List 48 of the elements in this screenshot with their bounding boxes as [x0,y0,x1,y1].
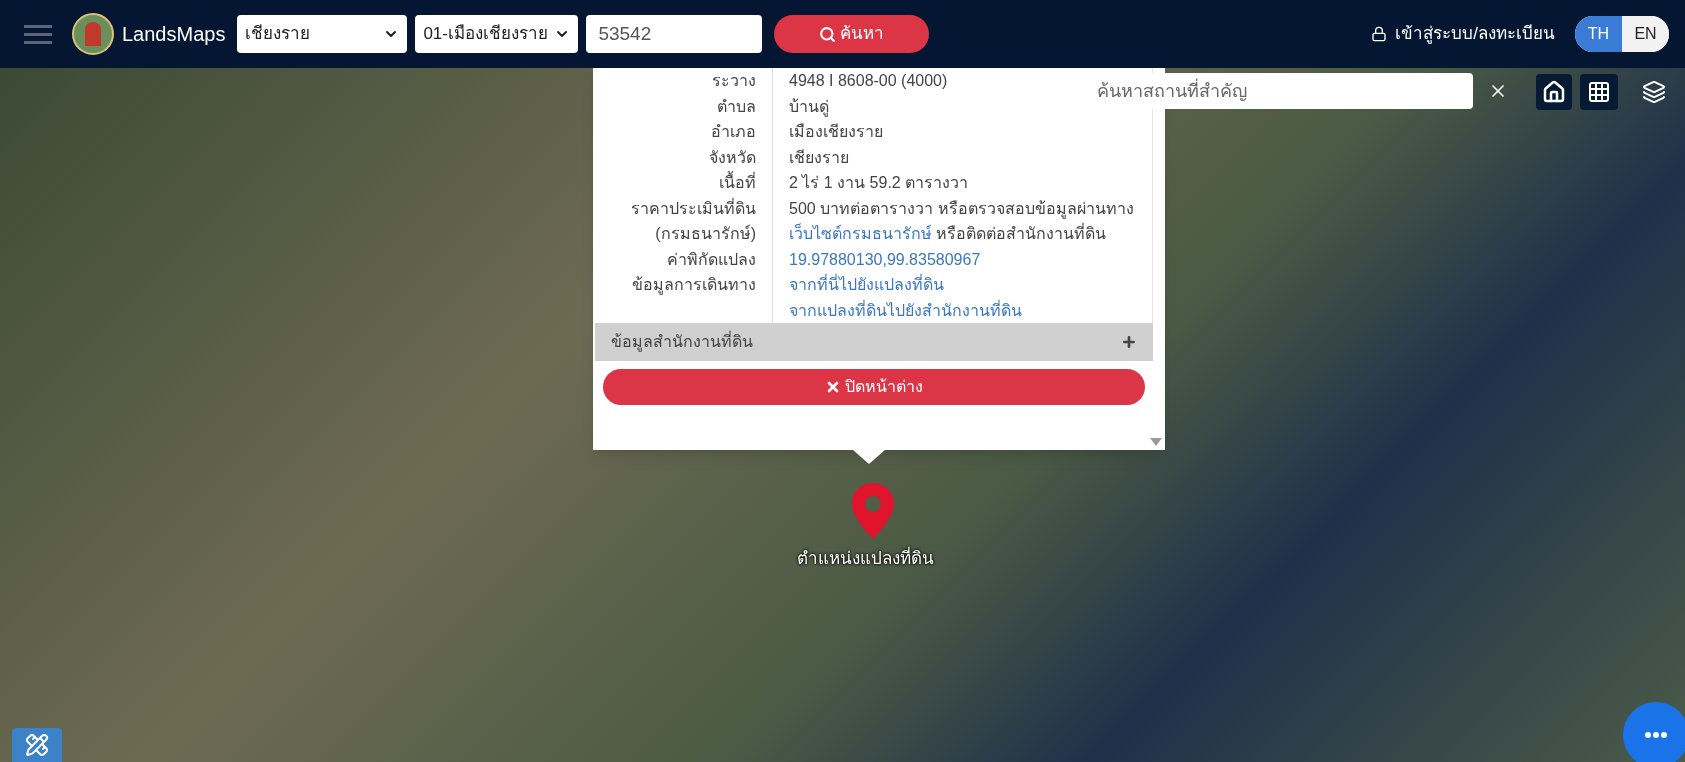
value-link[interactable]: เว็บไซต์กรมธนารักษ์ [789,221,932,247]
menu-icon[interactable] [24,24,52,44]
field-label: ราคาประเมินที่ดิน [631,199,756,217]
field-label: (กรมธนารักษ์) [655,225,756,242]
login-link[interactable]: เข้าสู่ระบบ/ลงทะเบียน [1371,21,1555,47]
language-option[interactable]: TH [1575,16,1622,52]
plus-icon [1121,334,1137,350]
popup-pointer [853,450,885,464]
logo-text: LandsMaps [122,22,226,47]
ruler-pencil-icon [25,733,49,757]
search-button[interactable]: ค้นหา [774,15,930,53]
field-value: เชียงราย [789,147,849,168]
value-link[interactable]: จากที่นี่ไปยังแปลงที่ดิน [789,272,944,298]
home-button[interactable] [1536,74,1572,110]
satellite-map[interactable] [0,68,1685,762]
field-label: ค่าพิกัดแปลง [667,250,756,268]
value-link[interactable]: จากแปลงที่ดินไปยังสำนักงานที่ดิน [789,297,1022,323]
marker-label: ตำแหน่งแปลงที่ดิน [797,546,934,572]
field-label: อำเภอ [711,123,756,140]
field-value: 2 ไร่ 1 งาน 59.2 ตารางวา [789,173,969,193]
field-value: บ้านดู่ [789,96,829,119]
field-value: หรือติดต่อสำนักงานที่ดิน [936,222,1106,244]
grid-icon [1587,80,1611,104]
lock-icon [1371,26,1388,42]
value-link[interactable]: 19.97880130,99.83580967 [789,246,981,272]
location-pin-icon [852,483,894,539]
field-value: 500 บาทต่อตารางวา หรือตรวจสอบข้อมูลผ่านทาง [789,198,1134,221]
field-label: ระวาง [712,72,756,89]
parcel-number-field[interactable]: 53542 [586,15,763,53]
field-value: 4948 I 8608-00 (4000) [789,71,948,91]
district-select[interactable]: 01-เมืองเชียงราย [415,15,579,53]
grid-button[interactable] [1580,74,1618,110]
search-icon [819,25,837,43]
province-select[interactable]: เชียงราย [237,15,408,53]
office-info-header[interactable]: ข้อมูลสำนักงานที่ดิน [595,323,1153,361]
more-icon [1645,732,1667,738]
home-icon [1542,80,1566,104]
layers-icon [1642,80,1666,104]
field-value: เมืองเชียงราย [789,122,883,142]
close-window-button[interactable]: ปิดหน้าต่าง [603,369,1145,405]
chat-button[interactable] [1623,702,1685,762]
close-icon [825,379,841,395]
drawing-tool-button[interactable] [12,728,62,762]
scroll-down-icon [1150,438,1162,446]
field-label: ข้อมูลการเดินทาง [632,276,756,293]
field-label: ตำบล [717,97,756,115]
emblem-icon [72,13,114,55]
field-label: จังหวัด [709,148,756,166]
